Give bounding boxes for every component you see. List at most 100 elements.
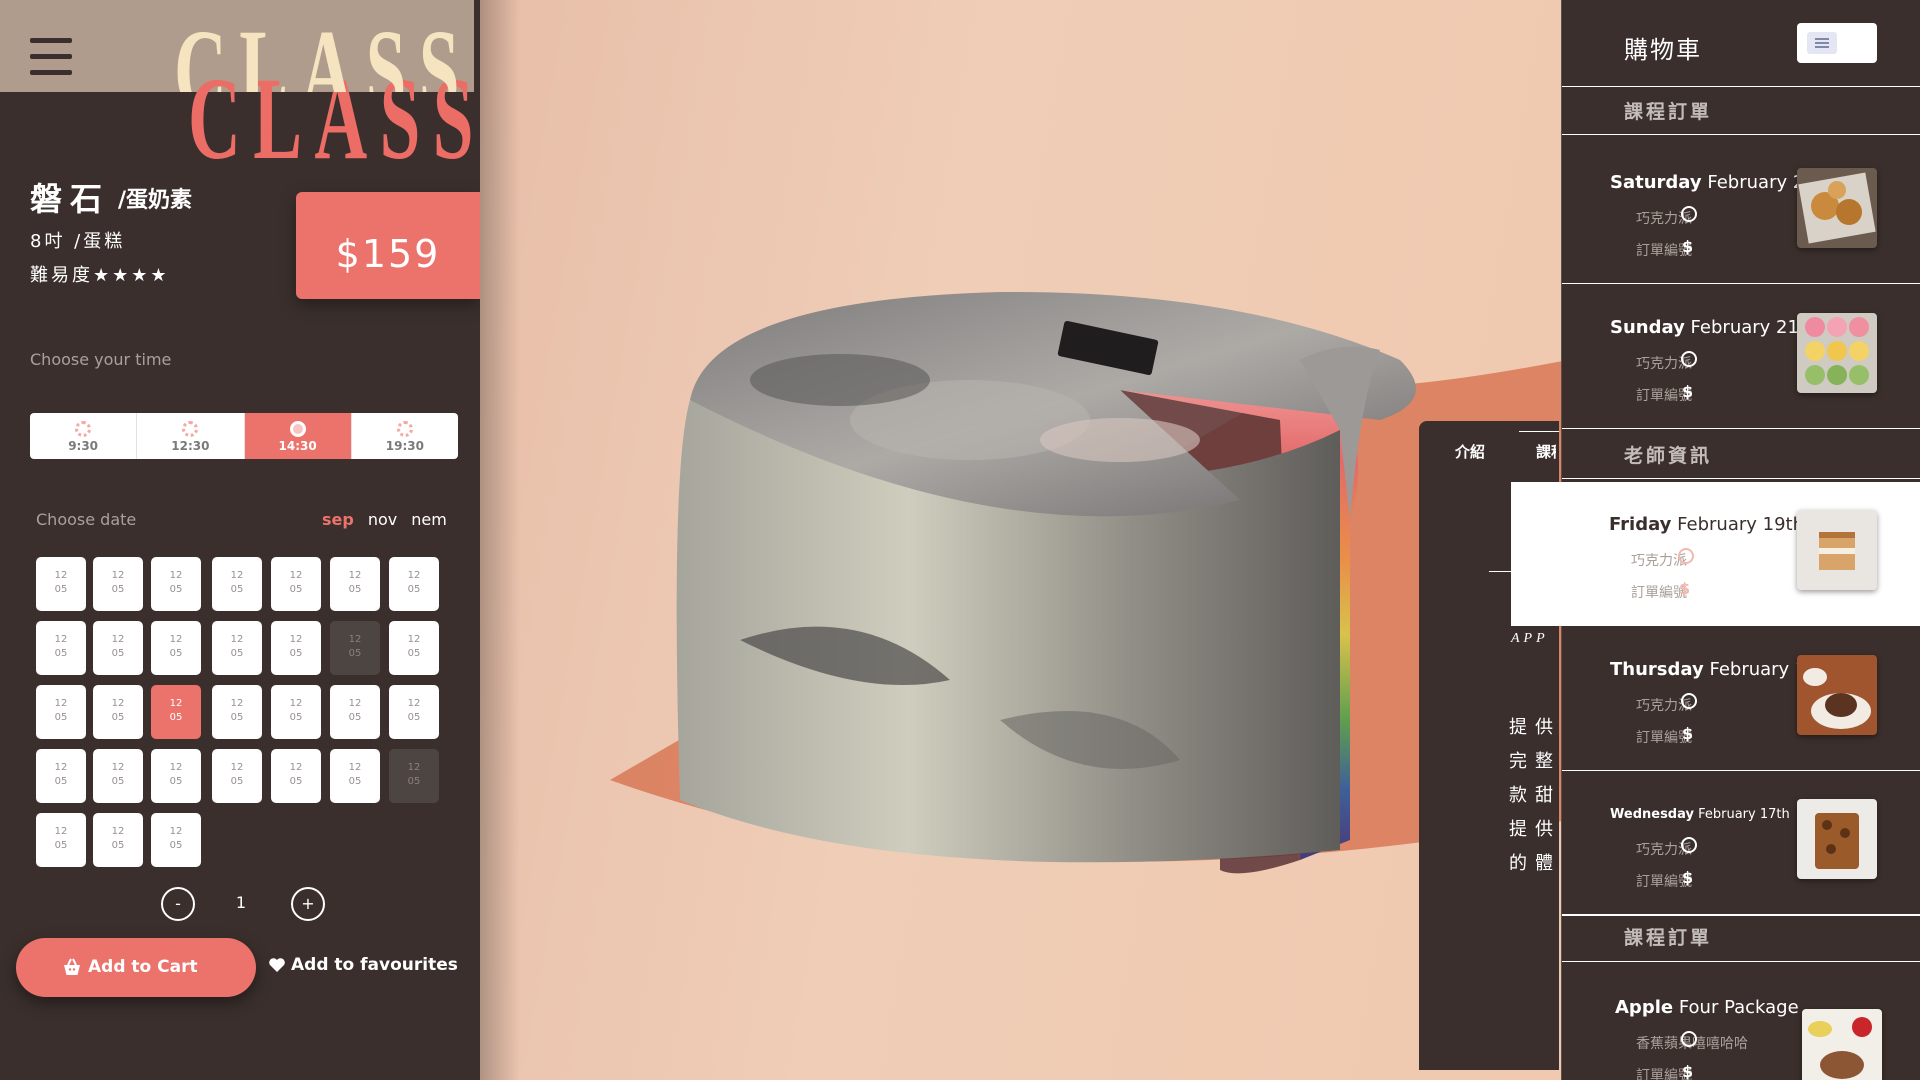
date-cell[interactable]: 12 05: [271, 749, 321, 803]
clock-icon: [396, 421, 413, 437]
add-to-favourites-button[interactable]: Add to favourites: [268, 955, 458, 975]
list-view-toggle[interactable]: [1797, 23, 1877, 63]
date-cell[interactable]: 12 05: [93, 813, 143, 867]
app-label: APP: [1511, 631, 1549, 646]
order-card[interactable]: Sunday February 21st 巧克力派 訂單編號 $: [1562, 285, 1920, 429]
time-slot-selected[interactable]: 14:30: [244, 413, 352, 459]
list-icon: [1807, 32, 1837, 54]
clock-icon: [1678, 548, 1694, 564]
quantity-increase-button[interactable]: +: [291, 887, 325, 921]
dollar-icon: $: [1682, 237, 1694, 256]
order-date: Saturday February 20: [1610, 172, 1816, 193]
cake-slice-thumbnail: [1797, 510, 1877, 590]
fruit-plate-thumbnail: [1802, 1009, 1882, 1080]
hero-image-area: [480, 0, 1568, 1080]
date-cell[interactable]: 12 05: [212, 685, 262, 739]
choose-time-label: Choose your time: [30, 350, 172, 369]
date-cell-selected[interactable]: 12 05: [151, 685, 201, 739]
order-date: Wednesday February 17th: [1610, 807, 1790, 822]
quantity-decrease-button[interactable]: -: [161, 887, 195, 921]
date-cell[interactable]: 12 05: [212, 621, 262, 675]
date-cell: 12 05: [330, 621, 380, 675]
pastry-thumbnail: [1797, 168, 1877, 248]
order-card[interactable]: Wednesday February 17th 巧克力派 訂單編號 $: [1562, 771, 1920, 915]
date-cell[interactable]: 12 05: [151, 621, 201, 675]
tab-introduction[interactable]: 介紹: [1455, 441, 1485, 462]
date-cell: 12 05: [389, 749, 439, 803]
clock-icon: [75, 421, 92, 437]
hamburger-menu-icon[interactable]: [30, 38, 72, 76]
order-date: Apple Four Package: [1615, 997, 1799, 1018]
macaron-thumbnail: [1797, 313, 1877, 393]
time-slot-label: 19:30: [385, 439, 424, 453]
date-cell[interactable]: 12 05: [93, 621, 143, 675]
product-size: 8吋 /蛋糕: [30, 231, 126, 252]
time-slot-label: 12:30: [171, 439, 210, 453]
date-cell[interactable]: 12 05: [36, 621, 86, 675]
choose-date-label: Choose date: [36, 510, 137, 529]
date-cell[interactable]: 12 05: [330, 685, 380, 739]
clock-icon: [289, 421, 306, 437]
order-card[interactable]: Thursday February 18th 巧克力派 訂單編號 $: [1562, 627, 1920, 771]
order-date: Sunday February 21st: [1610, 317, 1816, 338]
date-cell[interactable]: 12 05: [330, 749, 380, 803]
quantity-value: 1: [235, 893, 247, 912]
time-selector: 9:30 12:30 14:30 19:30: [30, 413, 458, 459]
date-cell[interactable]: 12 05: [151, 557, 201, 611]
divider: [1519, 431, 1559, 432]
date-cell[interactable]: 12 05: [151, 749, 201, 803]
section-title: 老師資訊: [1624, 445, 1713, 467]
section-title: 課程訂單: [1624, 101, 1713, 123]
date-cell[interactable]: 12 05: [151, 813, 201, 867]
cart-title: 購物車: [1624, 36, 1702, 64]
clock-icon: [182, 421, 199, 437]
date-cell[interactable]: 12 05: [389, 557, 439, 611]
time-slot-label: 9:30: [68, 439, 99, 453]
clock-icon: [1681, 693, 1697, 709]
add-to-cart-button[interactable]: Add to Cart: [16, 938, 256, 997]
clock-icon: [1681, 1031, 1697, 1047]
month-tab-nov[interactable]: nov: [368, 510, 397, 529]
date-cell[interactable]: 12 05: [389, 621, 439, 675]
date-cell[interactable]: 12 05: [330, 557, 380, 611]
cake-image: [610, 291, 1568, 874]
order-card[interactable]: Saturday February 20 巧克力派 訂單編號 $: [1562, 140, 1920, 284]
product-diet-type: /蛋奶素: [118, 188, 193, 213]
dollar-icon: $: [1682, 724, 1694, 743]
date-cell[interactable]: 12 05: [271, 621, 321, 675]
time-slot[interactable]: 12:30: [137, 413, 245, 459]
overlay-description: 提供完整款甜提供的體: [1509, 717, 1561, 874]
date-cell[interactable]: 12 05: [93, 557, 143, 611]
month-tab-nem[interactable]: nem: [411, 510, 447, 529]
date-cell[interactable]: 12 05: [93, 749, 143, 803]
date-cell[interactable]: 12 05: [212, 749, 262, 803]
time-slot[interactable]: 19:30: [352, 413, 458, 459]
date-cell[interactable]: 12 05: [36, 813, 86, 867]
dollar-icon: $: [1679, 579, 1691, 598]
date-cell[interactable]: 12 05: [271, 685, 321, 739]
date-cell[interactable]: 12 05: [36, 685, 86, 739]
divider: [1562, 86, 1920, 87]
section-title: 課程訂單: [1624, 927, 1713, 949]
order-card-selected[interactable]: Friday February 19th 巧克力派 訂單編號 $: [1511, 482, 1920, 626]
date-cell[interactable]: 12 05: [93, 685, 143, 739]
month-tab-sep[interactable]: sep: [322, 510, 354, 529]
add-to-cart-label: Add to Cart: [88, 957, 198, 977]
date-cell[interactable]: 12 05: [36, 557, 86, 611]
divider: [1562, 915, 1920, 916]
time-slot[interactable]: 9:30: [30, 413, 138, 459]
date-cell[interactable]: 12 05: [389, 685, 439, 739]
divider: [1562, 478, 1920, 479]
loaf-thumbnail: [1797, 799, 1877, 879]
date-cell[interactable]: 12 05: [271, 557, 321, 611]
price: $159: [335, 232, 441, 276]
product-panel: CLASS CLASS 磐石 /蛋奶素 8吋 /蛋糕 難易度★★★★ $159 …: [0, 0, 480, 1080]
cart-sidebar: 購物車 課程訂單 Saturday February 20 巧克力派 訂單編號 …: [1511, 0, 1920, 1080]
tab-course[interactable]: 課程: [1536, 441, 1556, 462]
product-difficulty: 難易度★★★★: [30, 265, 170, 286]
order-card[interactable]: Apple Four Package 香蕉蘋果嘻嘻哈哈 訂單編號 $: [1562, 965, 1920, 1080]
heart-icon: [269, 958, 285, 972]
date-cell[interactable]: 12 05: [36, 749, 86, 803]
time-slot-label: 14:30: [278, 439, 317, 453]
date-cell[interactable]: 12 05: [212, 557, 262, 611]
